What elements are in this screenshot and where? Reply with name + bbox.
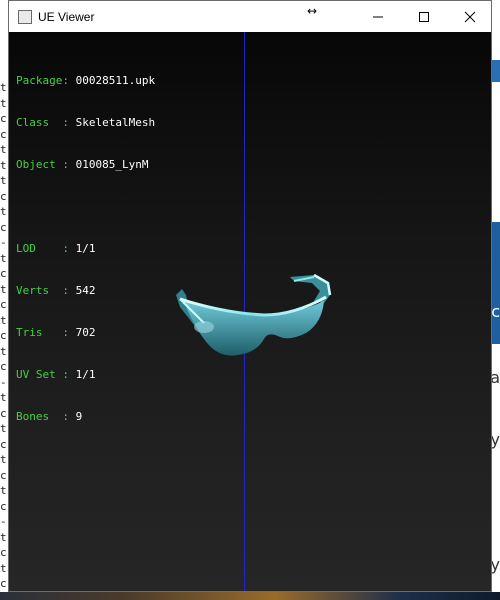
info-row-uvset: UV Set : 1/1 <box>16 368 155 382</box>
background-right-glyph: c <box>491 302 500 321</box>
lod-value: 1/1 <box>75 242 96 255</box>
title-bar[interactable]: UE Viewer ↔ <box>9 1 491 32</box>
close-button[interactable] <box>447 1 493 32</box>
mesh-viewport[interactable]: Package: 00028511.upk Class : SkeletalMe… <box>9 32 491 591</box>
maximize-button[interactable] <box>401 1 447 32</box>
maximize-icon <box>419 11 429 22</box>
verts-label: Verts : <box>16 284 69 297</box>
info-row-lod: LOD : 1/1 <box>16 242 155 256</box>
object-label: Object : <box>16 158 69 171</box>
uvset-label: UV Set : <box>16 368 69 381</box>
info-row-class: Class : SkeletalMesh <box>16 116 155 130</box>
class-label: Class : <box>16 116 69 129</box>
background-right-accent <box>492 60 500 82</box>
background-right-banner <box>492 222 500 344</box>
ue-viewer-window: UE Viewer ↔ Package: 00028511.upk Class … <box>8 0 492 592</box>
object-value: 010085_LynM <box>75 158 149 171</box>
info-row-bones: Bones : 9 <box>16 410 155 424</box>
class-value: SkeletalMesh <box>75 116 156 129</box>
verts-value: 542 <box>75 284 96 297</box>
package-value: 00028511.upk <box>75 74 156 87</box>
tris-value: 702 <box>75 326 96 339</box>
tris-label: Tris : <box>16 326 69 339</box>
lens-reflection <box>194 321 214 333</box>
info-row-tris: Tris : 702 <box>16 326 155 340</box>
uvset-value: 1/1 <box>75 368 96 381</box>
sunglasses-mesh-render[interactable] <box>164 267 334 367</box>
window-title: UE Viewer <box>38 9 95 24</box>
background-app-left-edge: t t c c t t t c t c - t c t c t c t c - … <box>0 0 8 600</box>
mesh-info-overlay: Package: 00028511.upk Class : SkeletalMe… <box>16 46 155 452</box>
bones-value: 9 <box>75 410 83 423</box>
package-label: Package: <box>16 74 69 87</box>
info-row-verts: Verts : 542 <box>16 284 155 298</box>
bones-label: Bones : <box>16 410 69 423</box>
resize-cursor-icon: ↔ <box>307 4 318 18</box>
info-row-object: Object : 010085_LynM <box>16 158 155 172</box>
info-row-package: Package: 00028511.upk <box>16 74 155 88</box>
close-icon <box>464 11 476 22</box>
background-taskbar-wallpaper <box>0 592 500 600</box>
minimize-icon <box>373 16 383 17</box>
background-text-left: t t c c t t t c t c - t c t c t c t c - … <box>0 81 7 590</box>
lod-label: LOD : <box>16 242 69 255</box>
minimize-button[interactable] <box>355 1 401 32</box>
app-icon <box>18 9 32 24</box>
